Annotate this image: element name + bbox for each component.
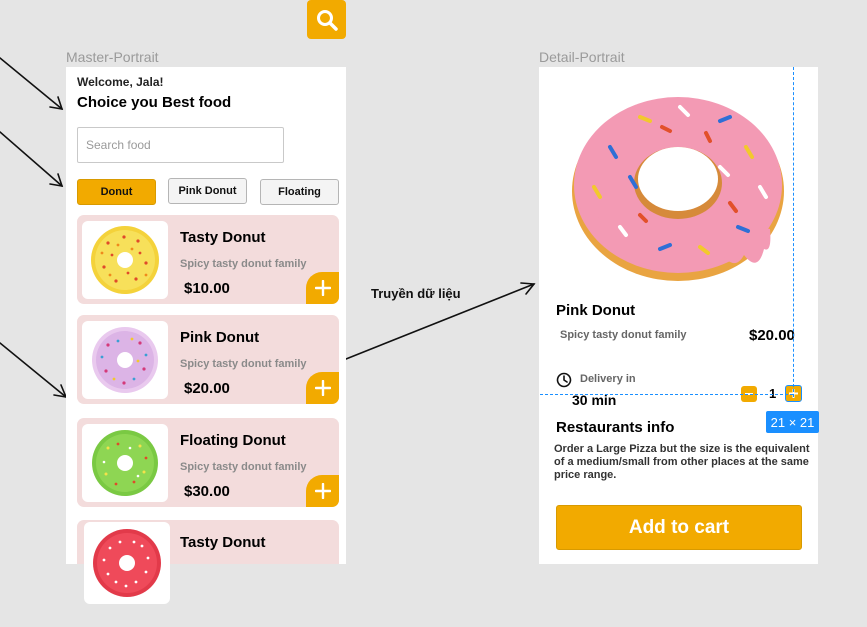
- food-name: Tasty Donut: [180, 229, 266, 246]
- food-image: [84, 522, 170, 604]
- food-description: Spicy tasty donut family: [180, 258, 307, 270]
- product-description: Spicy tasty donut family: [560, 329, 687, 341]
- pink-donut-image: [92, 327, 158, 393]
- food-image: [82, 424, 168, 502]
- food-name: Tasty Donut: [180, 534, 266, 551]
- add-button[interactable]: [306, 272, 339, 304]
- green-donut-image: [92, 430, 158, 496]
- food-price: $30.00: [184, 483, 230, 500]
- master-frame-label: Master-Portrait: [66, 49, 159, 65]
- restaurant-info-text: Order a Large Pizza but the size is the …: [554, 443, 810, 481]
- plus-icon: [314, 280, 331, 296]
- arrow-head: [49, 173, 64, 188]
- plus-icon: [314, 483, 331, 499]
- pink-donut-hero-image: [572, 97, 784, 281]
- arrow-to-header: [0, 57, 63, 110]
- data-flow-label: Truyền dữ liệu: [371, 286, 461, 301]
- plus-icon: [314, 380, 331, 396]
- section-title: Restaurants info: [556, 419, 675, 436]
- chip-floating[interactable]: Floating: [260, 179, 339, 205]
- delivery-label: Delivery in: [580, 373, 636, 385]
- food-price: $10.00: [184, 280, 230, 297]
- food-name: Pink Donut: [180, 329, 260, 346]
- yellow-donut-image: [91, 226, 159, 294]
- clock-icon: [556, 372, 572, 388]
- arrow-to-chips: [0, 131, 63, 187]
- search-icon: [316, 9, 338, 31]
- food-description: Spicy tasty donut family: [180, 461, 307, 473]
- food-description: Spicy tasty donut family: [180, 358, 307, 370]
- search-input[interactable]: [77, 127, 284, 163]
- chip-label: Pink Donut: [178, 185, 237, 197]
- food-card[interactable]: Pink Donut Spicy tasty donut family $20.…: [77, 315, 339, 404]
- add-button[interactable]: [306, 475, 339, 507]
- page-title: Choice you Best food: [77, 94, 232, 111]
- search-button[interactable]: [307, 0, 346, 39]
- red-donut-image: [93, 529, 161, 597]
- arrow-head: [53, 384, 68, 399]
- welcome-text: Welcome, Jala!: [77, 75, 164, 89]
- food-image: [82, 221, 168, 299]
- food-image: [82, 321, 168, 399]
- selection-guide-vertical: [793, 67, 794, 397]
- food-card[interactable]: Tasty Donut Spicy tasty donut family $10…: [77, 215, 339, 304]
- product-price: $20.00: [749, 327, 795, 344]
- selection-guide-horizontal: [540, 394, 793, 395]
- add-to-cart-button[interactable]: Add to cart: [556, 505, 802, 550]
- food-price: $20.00: [184, 380, 230, 397]
- arrow-head: [520, 282, 536, 295]
- detail-frame-label: Detail-Portrait: [539, 49, 625, 65]
- selection-size-badge: 21 × 21: [766, 411, 819, 433]
- chip-pink-donut[interactable]: Pink Donut: [168, 178, 247, 204]
- chip-label: Floating: [278, 186, 321, 198]
- chip-donut[interactable]: Donut: [77, 179, 156, 205]
- product-name: Pink Donut: [556, 302, 636, 319]
- food-name: Floating Donut: [180, 432, 286, 449]
- detail-screen: Pink Donut Spicy tasty donut family $20.…: [539, 67, 818, 564]
- chip-label: Donut: [100, 186, 133, 198]
- arrow-head: [49, 96, 64, 111]
- arrow-to-cards: [0, 342, 67, 398]
- master-screen: Welcome, Jala! Choice you Best food Donu…: [66, 67, 346, 564]
- food-card[interactable]: Floating Donut Spicy tasty donut family …: [77, 418, 339, 507]
- add-button[interactable]: [306, 372, 339, 404]
